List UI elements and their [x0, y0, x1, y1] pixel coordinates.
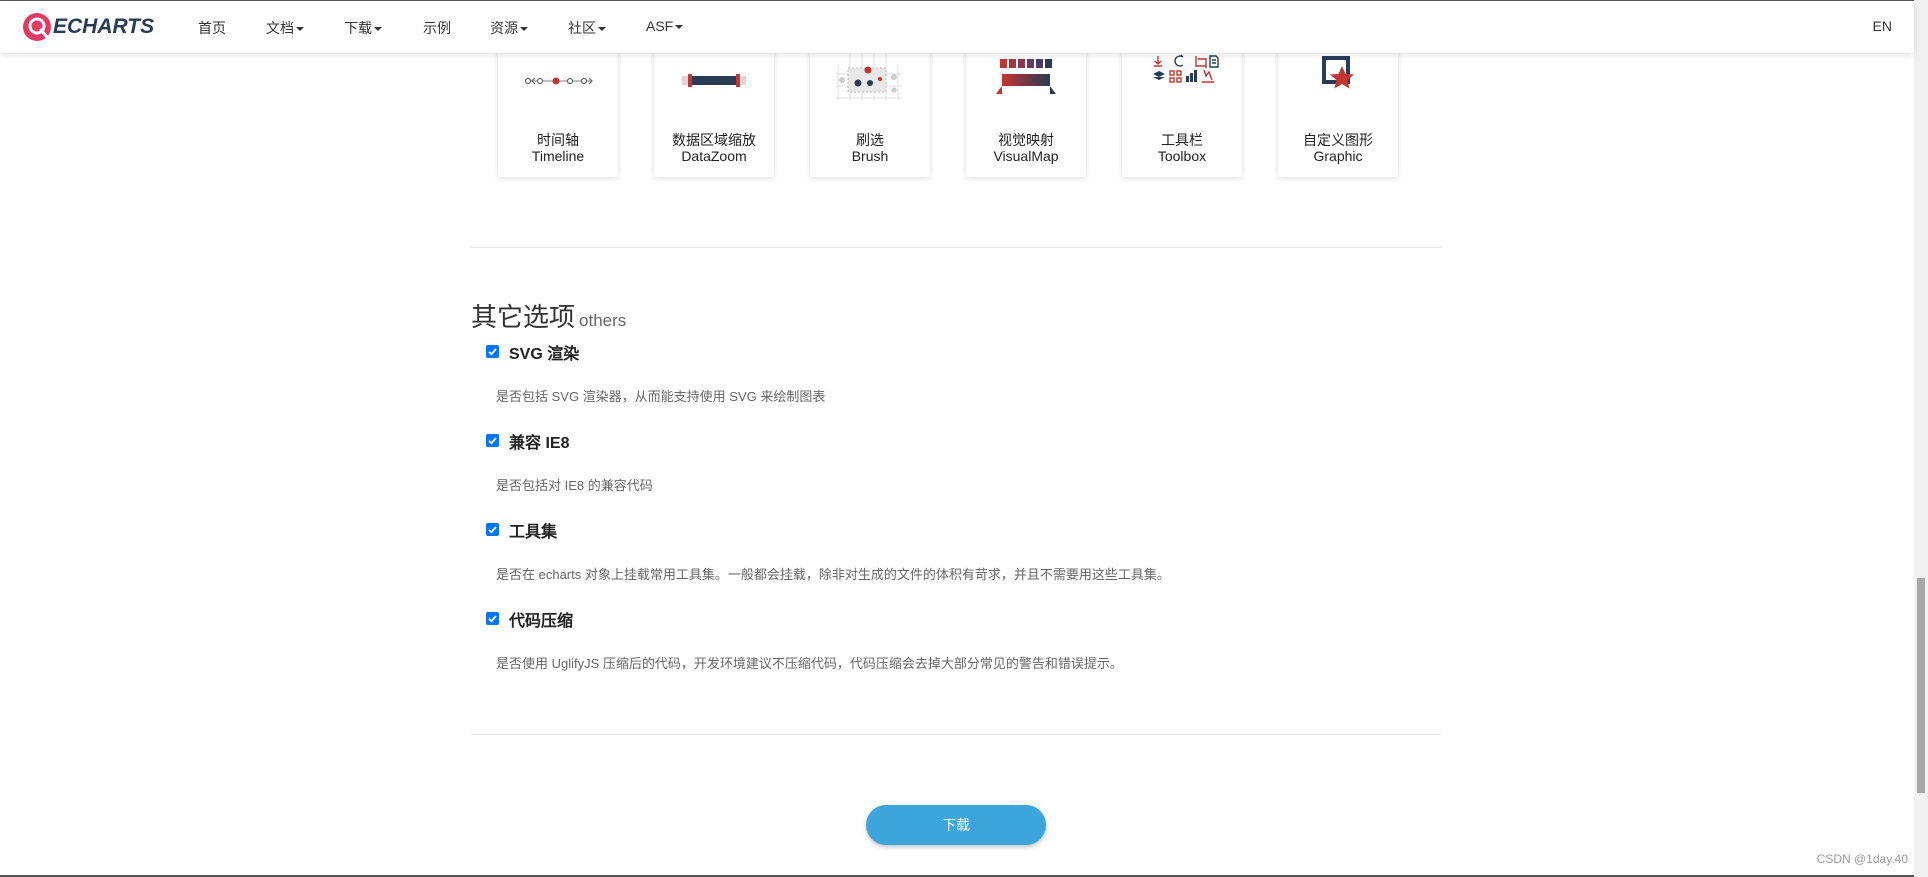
option-description: 是否在 echarts 对象上挂载常用工具集。一般都会挂载，除非对生成的文件的体… — [496, 567, 1170, 582]
nav-item-asf[interactable]: ASF — [646, 18, 684, 34]
brush-icon — [836, 54, 902, 100]
nav-item-download[interactable]: 下载 — [344, 18, 382, 38]
nav-item-label: 社区 — [568, 20, 596, 36]
component-card-toolbox[interactable]: 工具栏 Toolbox — [1122, 44, 1242, 177]
page-scrollbar[interactable] — [1914, 0, 1928, 877]
section-divider — [471, 734, 1441, 735]
nav-item-label: 文档 — [266, 20, 294, 36]
minify-checkbox[interactable] — [486, 612, 499, 625]
visualmap-icon — [996, 59, 1056, 94]
component-name-en: VisualMap — [993, 148, 1059, 164]
nav-item-community[interactable]: 社区 — [568, 18, 606, 38]
section-title-en: others — [579, 311, 627, 330]
option-label[interactable]: 兼容 IE8 — [509, 429, 569, 453]
component-card-timeline[interactable]: 时间轴 Timeline — [498, 44, 618, 177]
nav-item-docs[interactable]: 文档 — [266, 18, 304, 38]
caret-down-icon — [520, 27, 528, 32]
caret-down-icon — [675, 25, 684, 30]
nav-item-label: ASF — [646, 18, 674, 34]
echarts-logo-icon — [23, 13, 51, 41]
nav-item-home[interactable]: 首页 — [198, 18, 226, 38]
language-switch[interactable]: EN — [1873, 18, 1892, 34]
component-name-cn: 视觉映射 — [998, 132, 1054, 148]
scrollbar-thumb[interactable] — [1917, 578, 1925, 793]
component-card-graphic[interactable]: 自定义图形 Graphic — [1278, 44, 1398, 177]
caret-down-icon — [598, 27, 606, 32]
component-name-cn: 工具栏 — [1161, 132, 1203, 148]
watermark: CSDN @1day.40 — [1816, 852, 1908, 866]
component-name-cn: 刷选 — [856, 132, 884, 148]
component-card-datazoom[interactable]: 数据区域缩放 DataZoom — [654, 44, 774, 177]
ie8-compat-checkbox[interactable] — [486, 434, 499, 447]
graphic-icon — [1322, 56, 1354, 89]
component-name-cn: 自定义图形 — [1303, 132, 1373, 148]
option-description: 是否包括对 IE8 的兼容代码 — [496, 478, 653, 493]
nav-item-label: 下载 — [344, 20, 372, 36]
component-name-cn: 时间轴 — [537, 132, 579, 148]
echarts-logo[interactable]: ECHARTS — [22, 12, 154, 42]
option-description: 是否包括 SVG 渲染器，从而能支持使用 SVG 来绘制图表 — [496, 389, 826, 404]
nav-item-examples[interactable]: 示例 — [423, 18, 451, 38]
section-title-zh: 其它选项 — [471, 302, 576, 332]
nav-item-label: 示例 — [423, 20, 451, 36]
checkmark-icon — [488, 348, 497, 356]
component-name-cn: 数据区域缩放 — [672, 132, 756, 148]
top-navbar: ECHARTS 首页 文档 下载 示例 资源 社区 ASF EN — [0, 0, 1914, 53]
caret-down-icon — [374, 27, 382, 32]
section-divider — [471, 247, 1441, 248]
component-name-en: Timeline — [531, 148, 585, 164]
component-name-en: DataZoom — [681, 148, 747, 164]
component-name-en: Toolbox — [1157, 148, 1207, 164]
checkmark-icon — [488, 526, 497, 534]
option-label[interactable]: 代码压缩 — [509, 607, 573, 631]
datazoom-icon — [682, 74, 746, 87]
toolbox-icon — [1153, 54, 1219, 83]
option-label[interactable]: SVG 渲染 — [509, 340, 579, 364]
download-button[interactable]: 下载 — [866, 805, 1046, 845]
section-title-others: 其它选项 others — [471, 297, 626, 334]
component-name-en: Graphic — [1313, 148, 1363, 164]
utils-checkbox[interactable] — [486, 523, 499, 536]
timeline-icon — [524, 77, 593, 85]
option-description: 是否使用 UglifyJS 压缩后的代码，开发环境建议不压缩代码，代码压缩会去掉… — [496, 656, 1123, 671]
component-card-visualmap[interactable]: 视觉映射 VisualMap — [966, 44, 1086, 177]
logo-text: ECHARTS — [53, 15, 155, 38]
component-card-brush[interactable]: 刷选 Brush — [810, 44, 930, 177]
caret-down-icon — [296, 27, 304, 32]
nav-item-resources[interactable]: 资源 — [490, 18, 528, 38]
option-label[interactable]: 工具集 — [509, 518, 557, 542]
checkmark-icon — [488, 437, 497, 445]
checkmark-icon — [488, 615, 497, 623]
nav-item-label: 首页 — [198, 20, 226, 36]
svg-render-checkbox[interactable] — [486, 345, 499, 358]
component-name-en: Brush — [851, 148, 889, 164]
nav-item-label: 资源 — [490, 20, 518, 36]
